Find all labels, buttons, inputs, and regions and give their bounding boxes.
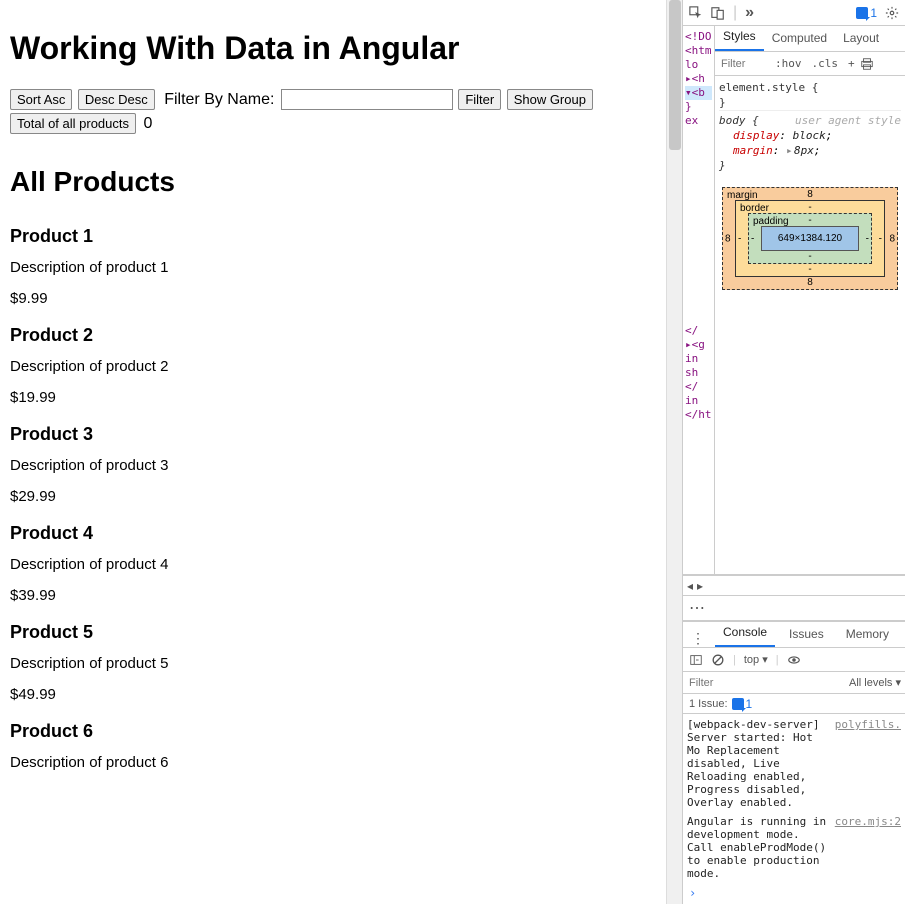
drawer-tab-console[interactable]: Console <box>715 619 775 647</box>
add-style-icon[interactable]: + <box>843 57 860 70</box>
console-message: Angular is running in development mode. … <box>687 815 831 880</box>
app-page: Working With Data in Angular Sort Asc De… <box>0 0 666 904</box>
product-description: Description of product 6 <box>10 754 656 771</box>
filter-input[interactable] <box>281 89 453 110</box>
log-levels-selector[interactable]: All levels ▾ <box>845 676 905 689</box>
settings-icon[interactable] <box>885 6 899 20</box>
product-description: Description of product 3 <box>10 457 656 474</box>
product-name: Product 5 <box>10 622 656 643</box>
show-group-button[interactable]: Show Group <box>507 89 593 110</box>
product-list: Product 1 Description of product 1 $9.99 Pr… <box>10 226 656 771</box>
hov-toggle[interactable]: :hov <box>770 57 807 70</box>
product-description: Description of product 1 <box>10 259 656 276</box>
total-button[interactable]: Total of all products <box>10 113 136 134</box>
total-value: 0 <box>143 115 152 132</box>
tab-layout[interactable]: Layout <box>835 25 887 51</box>
issues-summary[interactable]: 1 Issue: 1 <box>683 694 905 714</box>
products-heading: All Products <box>10 166 656 198</box>
clear-console-icon[interactable] <box>711 653 725 667</box>
devtools-panel: | » 1 <!DO<htm lo ▸<h ▾<b } ex </ ▸<g in… <box>682 0 905 904</box>
console-source-link[interactable]: core.mjs:2 <box>835 815 901 880</box>
product-description: Description of product 4 <box>10 556 656 573</box>
product-name: Product 1 <box>10 226 656 247</box>
filter-label: Filter By Name: <box>164 91 274 108</box>
tab-computed[interactable]: Computed <box>764 25 835 51</box>
console-prompt[interactable]: › <box>687 886 901 900</box>
tab-styles[interactable]: Styles <box>715 23 764 51</box>
product-price: $49.99 <box>10 686 656 703</box>
console-drawer: ⋮ Console Issues Memory | top ▾ | <box>683 621 905 904</box>
live-expression-icon[interactable] <box>787 653 801 667</box>
filter-button[interactable]: Filter <box>458 89 501 110</box>
styles-filter-input[interactable] <box>715 55 770 73</box>
cls-toggle[interactable]: .cls <box>807 57 844 70</box>
page-title: Working With Data in Angular <box>10 30 656 67</box>
drawer-menu-icon[interactable]: ⋮ <box>687 630 709 647</box>
context-selector[interactable]: top ▾ <box>744 653 768 666</box>
elements-nav[interactable]: ◂▸ <box>683 575 905 595</box>
product-price: $29.99 <box>10 488 656 505</box>
console-source-link[interactable]: polyfills. <box>835 718 901 809</box>
box-model[interactable]: margin 8 8 8 8 border - - - - <box>722 187 898 290</box>
product-price: $9.99 <box>10 290 656 307</box>
elements-tree[interactable]: <!DO<htm lo ▸<h ▾<b } ex </ ▸<g in sh </… <box>683 26 715 574</box>
console-filter-input[interactable] <box>683 675 845 691</box>
print-media-icon[interactable] <box>860 57 874 71</box>
console-sidebar-icon[interactable] <box>689 653 703 667</box>
scroll-thumb[interactable] <box>669 0 681 150</box>
drawer-tab-issues[interactable]: Issues <box>781 621 832 647</box>
product-price: $39.99 <box>10 587 656 604</box>
styles-pane: Styles Computed Layout :hov .cls + eleme… <box>715 26 905 574</box>
drawer-tab-memory[interactable]: Memory <box>838 621 897 647</box>
device-toggle-icon[interactable] <box>711 6 725 20</box>
sort-asc-button[interactable]: Sort Asc <box>10 89 72 110</box>
more-tabs-icon[interactable]: » <box>745 4 754 22</box>
sort-desc-button[interactable]: Desc Desc <box>78 89 155 110</box>
console-message: [webpack-dev-server] Server started: Hot… <box>687 718 831 809</box>
inspect-icon[interactable] <box>689 6 703 20</box>
product-name: Product 6 <box>10 721 656 742</box>
product-name: Product 4 <box>10 523 656 544</box>
product-name: Product 2 <box>10 325 656 346</box>
style-rules[interactable]: element.style { } user agent style body … <box>715 76 905 574</box>
more-row[interactable]: ⋯ <box>683 595 905 621</box>
page-scrollbar[interactable] <box>666 0 682 904</box>
product-description: Description of product 2 <box>10 358 656 375</box>
product-name: Product 3 <box>10 424 656 445</box>
issues-badge[interactable]: 1 <box>856 6 877 20</box>
product-price: $19.99 <box>10 389 656 406</box>
console-output[interactable]: [webpack-dev-server] Server started: Hot… <box>683 714 905 904</box>
product-description: Description of product 5 <box>10 655 656 672</box>
